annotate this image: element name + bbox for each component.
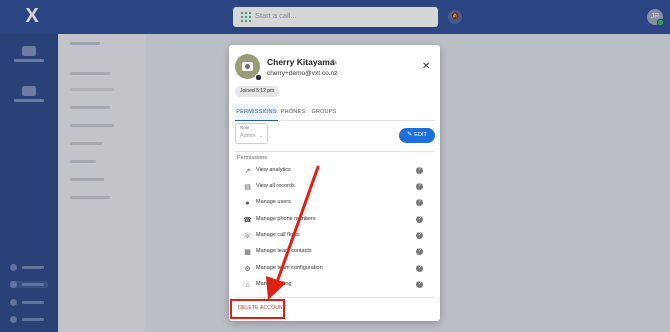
annotation-arrow xyxy=(266,165,320,300)
